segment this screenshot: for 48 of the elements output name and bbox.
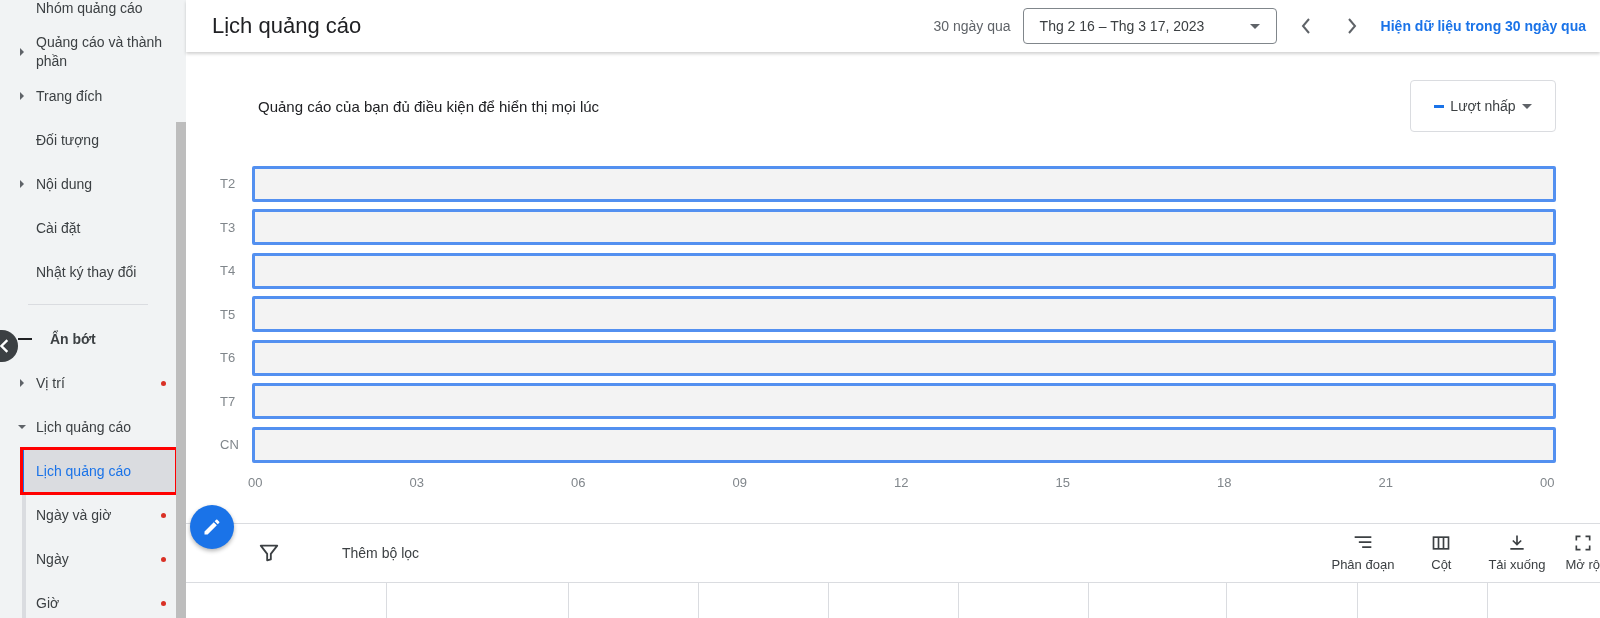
day-label: T4: [220, 263, 237, 279]
sidebar-item[interactable]: Ngày: [26, 537, 176, 581]
sidebar-item[interactable]: Ngày và giờ: [26, 493, 176, 537]
legend-icon: [1434, 104, 1445, 108]
hour-label: 00: [1540, 474, 1555, 490]
toolbar-action[interactable]: Tải xuống: [1478, 533, 1556, 572]
hour-label: 12: [894, 474, 909, 490]
sidebar-item[interactable]: Lịch quảng cáo: [18, 405, 176, 449]
sidebar-item[interactable]: Vị trí: [18, 361, 176, 405]
date-range-dropdown[interactable]: Thg 2 16 – Thg 3 17, 2023: [1022, 8, 1277, 44]
show-data-link[interactable]: Hiện dữ liệu trong 30 ngày qua: [1380, 18, 1586, 34]
metric-dropdown[interactable]: Lượt nhấp: [1410, 80, 1556, 132]
toolbar-action[interactable]: Phân đoạn: [1321, 533, 1405, 572]
add-filter-button[interactable]: Thêm bộ lọc: [342, 544, 420, 561]
sidebar-item[interactable]: Nhật ký thay đổi: [18, 250, 176, 294]
hour-label: 09: [732, 474, 747, 490]
previous-icon[interactable]: [1300, 18, 1311, 34]
page-title: Lịch quảng cáo: [212, 13, 362, 39]
hour-label: 21: [1378, 474, 1393, 490]
sidebar-item[interactable]: Quảng cáo và thành phần: [18, 30, 176, 74]
day-label: T5: [220, 306, 237, 322]
sidebar-item[interactable]: Cài đặt: [18, 206, 176, 250]
sidebar-item[interactable]: Nhóm quảng cáo: [18, 0, 176, 30]
range-label: 30 ngày qua: [933, 18, 1011, 34]
pencil-icon: [202, 517, 222, 537]
sidebar-item[interactable]: Ẩn bớt: [18, 317, 176, 361]
toolbar-action[interactable]: Cột: [1404, 533, 1479, 572]
edit-button[interactable]: [190, 505, 234, 549]
day-label: T7: [220, 393, 237, 409]
dropdown-icon: [1249, 23, 1260, 29]
hour-label: 06: [571, 474, 586, 490]
hour-label: 03: [409, 474, 424, 490]
sidebar-item[interactable]: Đối tượng: [18, 118, 176, 162]
day-label: T3: [220, 219, 237, 235]
sidebar-item[interactable]: Trang đích: [18, 74, 176, 118]
day-label: T2: [220, 176, 237, 192]
toolbar-action[interactable]: Mở rộ: [1555, 533, 1600, 572]
dropdown-icon: [1521, 103, 1532, 109]
sidebar-item[interactable]: Nội dung: [18, 162, 176, 206]
day-label: CN: [220, 437, 240, 453]
hour-label: 15: [1055, 474, 1070, 490]
scrollbar-thumb[interactable]: [176, 122, 186, 618]
next-icon[interactable]: [1346, 18, 1357, 34]
hour-label: 00: [248, 474, 263, 490]
sidebar-item[interactable]: Giờ: [26, 581, 176, 618]
hour-label: 18: [1217, 474, 1232, 490]
eligibility-message: Quảng cáo của bạn đủ điều kiện để hiển thị mọi lúc: [258, 97, 601, 115]
day-label: T6: [220, 350, 237, 366]
